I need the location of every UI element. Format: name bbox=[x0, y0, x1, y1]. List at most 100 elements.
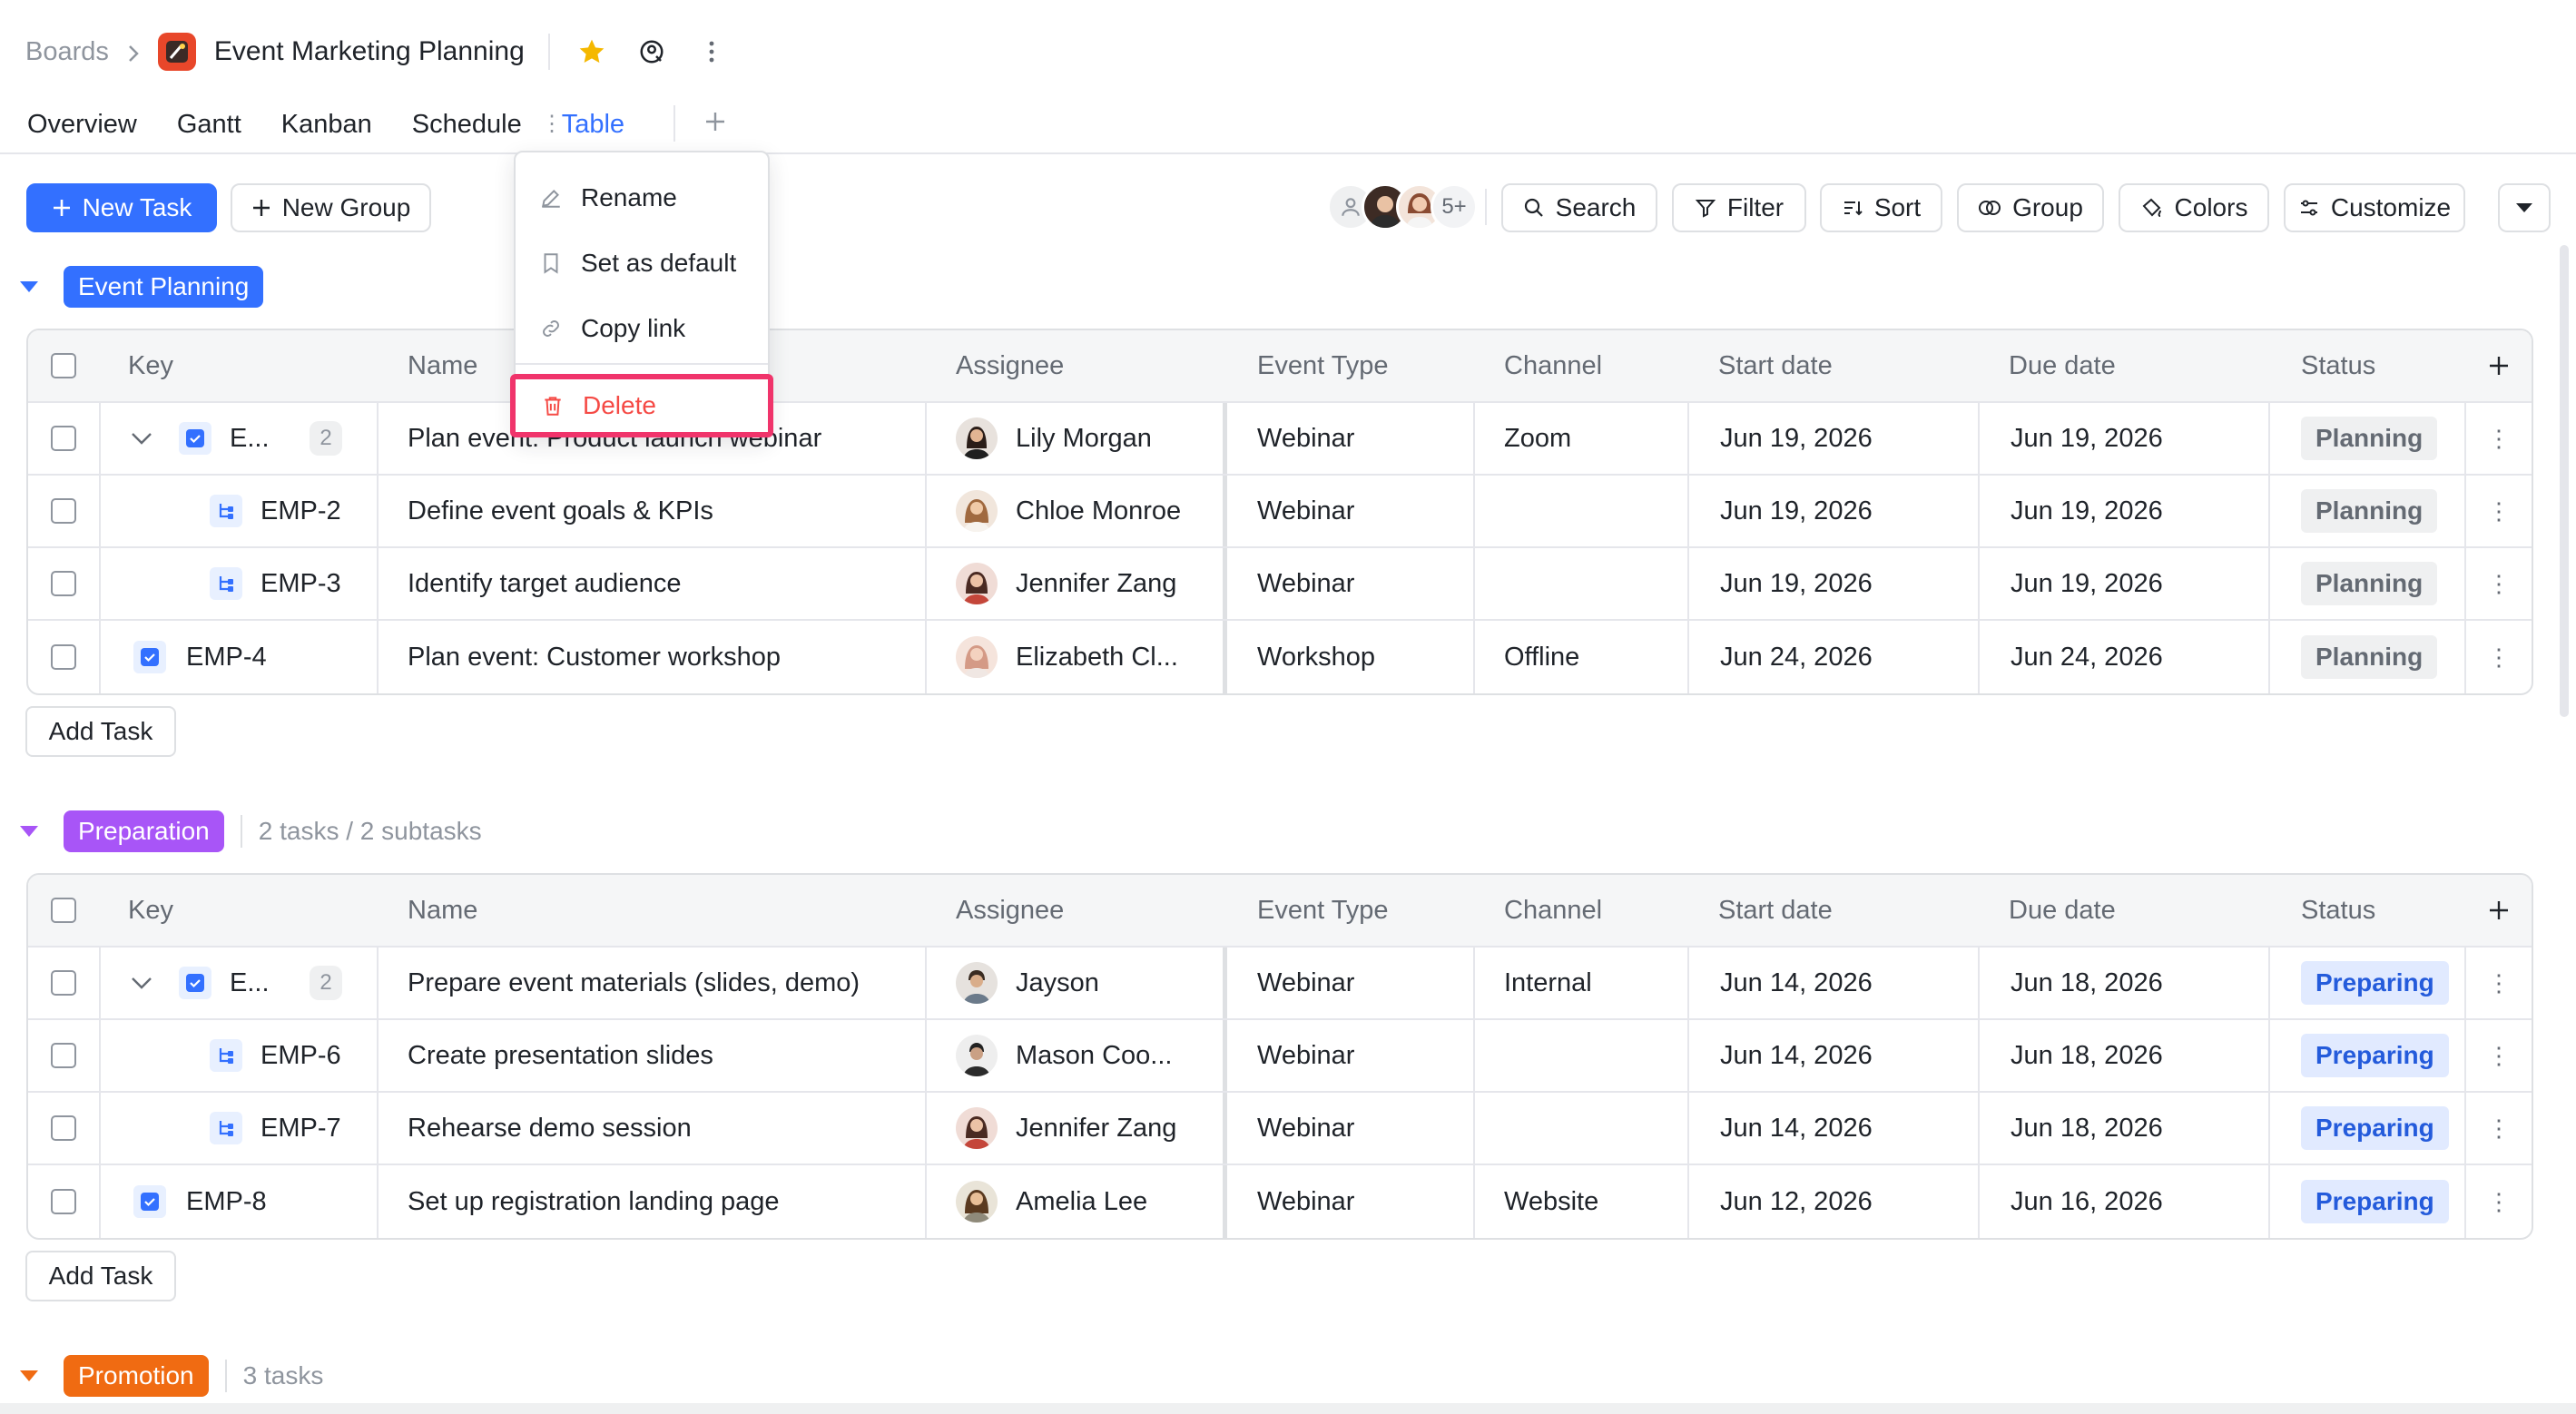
select-all-checkbox[interactable] bbox=[51, 898, 76, 923]
collapse-caret-icon[interactable] bbox=[20, 281, 38, 292]
colors-button[interactable]: Colors bbox=[2119, 183, 2269, 232]
event-type[interactable]: Webinar bbox=[1257, 1165, 1354, 1238]
task-name[interactable]: Create presentation slides bbox=[408, 1020, 916, 1091]
start-date[interactable]: Jun 14, 2026 bbox=[1720, 948, 1873, 1018]
row-checkbox[interactable] bbox=[51, 1189, 76, 1214]
collapse-caret-icon[interactable] bbox=[20, 1370, 38, 1381]
more-options-button[interactable] bbox=[2498, 183, 2551, 232]
board-title[interactable]: Event Marketing Planning bbox=[214, 36, 525, 67]
col-header-due-date[interactable]: Due date bbox=[2009, 875, 2116, 946]
assignee[interactable]: Jennifer Zang bbox=[956, 1093, 1176, 1164]
col-header-channel[interactable]: Channel bbox=[1504, 875, 1602, 946]
breadcrumb-boards[interactable]: Boards bbox=[25, 37, 109, 67]
col-header-key[interactable]: Key bbox=[128, 330, 173, 401]
star-icon[interactable] bbox=[574, 34, 610, 70]
start-date[interactable]: Jun 24, 2026 bbox=[1720, 621, 1873, 693]
row-checkbox[interactable] bbox=[51, 1043, 76, 1068]
menu-item-copy-link[interactable]: Copy link bbox=[539, 303, 685, 354]
group-tag[interactable]: Event Planning bbox=[64, 266, 264, 308]
new-task-button[interactable]: New Task bbox=[26, 183, 217, 232]
assignee[interactable]: Chloe Monroe bbox=[956, 476, 1181, 546]
col-header-due-date[interactable]: Due date bbox=[2009, 330, 2116, 401]
task-name[interactable]: Define event goals & KPIs bbox=[408, 476, 916, 546]
status-badge[interactable]: Planning bbox=[2301, 403, 2438, 474]
col-header-status[interactable]: Status bbox=[2301, 330, 2375, 401]
start-date[interactable]: Jun 12, 2026 bbox=[1720, 1165, 1873, 1238]
table-row[interactable]: EMP-6 Create presentation slides Mason C… bbox=[28, 1020, 2532, 1093]
row-more-icon[interactable]: ⋮ bbox=[2464, 1020, 2532, 1091]
due-date[interactable]: Jun 24, 2026 bbox=[2011, 621, 2163, 693]
assignee[interactable]: Jayson bbox=[956, 948, 1099, 1018]
tab-gantt[interactable]: Gantt bbox=[177, 110, 241, 140]
row-more-icon[interactable]: ⋮ bbox=[2464, 948, 2532, 1018]
task-key[interactable]: E... bbox=[230, 948, 270, 1018]
table-row[interactable]: EMP-2 Define event goals & KPIs Chloe Mo… bbox=[28, 476, 2532, 548]
event-type[interactable]: Webinar bbox=[1257, 476, 1354, 546]
group-tag[interactable]: Promotion bbox=[64, 1355, 209, 1397]
row-more-icon[interactable]: ⋮ bbox=[2464, 403, 2532, 474]
table-row[interactable]: E... 2 Plan event: Product launch webina… bbox=[28, 403, 2532, 476]
task-key[interactable]: EMP-8 bbox=[186, 1165, 267, 1238]
tab-table[interactable]: Table bbox=[561, 110, 625, 160]
assignee[interactable]: Lily Morgan bbox=[956, 403, 1152, 474]
task-key[interactable]: EMP-6 bbox=[261, 1020, 341, 1091]
col-header-name[interactable]: Name bbox=[408, 875, 477, 946]
filter-button[interactable]: Filter bbox=[1672, 183, 1806, 232]
member-avatars[interactable]: 5+ bbox=[1327, 183, 1478, 231]
status-badge[interactable]: Preparing bbox=[2301, 948, 2449, 1018]
event-type[interactable]: Webinar bbox=[1257, 1093, 1354, 1164]
event-type[interactable]: Webinar bbox=[1257, 403, 1354, 474]
event-type[interactable]: Webinar bbox=[1257, 948, 1354, 1018]
channel[interactable]: Internal bbox=[1504, 948, 1592, 1018]
tab-kanban[interactable]: Kanban bbox=[281, 110, 372, 140]
row-checkbox[interactable] bbox=[51, 571, 76, 596]
collapse-caret-icon[interactable] bbox=[20, 826, 38, 837]
task-key[interactable]: EMP-4 bbox=[186, 621, 267, 693]
due-date[interactable]: Jun 19, 2026 bbox=[2011, 476, 2163, 546]
row-more-icon[interactable]: ⋮ bbox=[2464, 476, 2532, 546]
sort-button[interactable]: Sort bbox=[1820, 183, 1942, 232]
due-date[interactable]: Jun 18, 2026 bbox=[2011, 948, 2163, 1018]
start-date[interactable]: Jun 19, 2026 bbox=[1720, 548, 1873, 619]
menu-item-delete[interactable]: Delete bbox=[510, 374, 773, 437]
col-header-event-type[interactable]: Event Type bbox=[1257, 875, 1389, 946]
col-header-assignee[interactable]: Assignee bbox=[956, 330, 1064, 401]
task-key[interactable]: EMP-7 bbox=[261, 1093, 341, 1164]
table-row[interactable]: EMP-8 Set up registration landing page A… bbox=[28, 1165, 2532, 1238]
event-type[interactable]: Workshop bbox=[1257, 621, 1375, 693]
col-header-event-type[interactable]: Event Type bbox=[1257, 330, 1389, 401]
due-date[interactable]: Jun 18, 2026 bbox=[2011, 1093, 2163, 1164]
due-date[interactable]: Jun 16, 2026 bbox=[2011, 1165, 2163, 1238]
status-badge[interactable]: Preparing bbox=[2301, 1165, 2449, 1238]
assignee[interactable]: Mason Coo... bbox=[956, 1020, 1172, 1091]
channel[interactable]: Website bbox=[1504, 1165, 1598, 1238]
col-header-name[interactable]: Name bbox=[408, 330, 477, 401]
task-key[interactable]: EMP-3 bbox=[261, 548, 341, 619]
start-date[interactable]: Jun 14, 2026 bbox=[1720, 1020, 1873, 1091]
row-more-icon[interactable]: ⋮ bbox=[2464, 621, 2532, 693]
event-type[interactable]: Webinar bbox=[1257, 548, 1354, 619]
follow-icon[interactable] bbox=[634, 34, 670, 70]
search-button[interactable]: Search bbox=[1501, 183, 1657, 232]
status-badge[interactable]: Planning bbox=[2301, 476, 2438, 546]
table-row[interactable]: E... 2 Prepare event materials (slides, … bbox=[28, 948, 2532, 1020]
row-more-icon[interactable]: ⋮ bbox=[2464, 1165, 2532, 1238]
group-button[interactable]: Group bbox=[1957, 183, 2104, 232]
col-header-status[interactable]: Status bbox=[2301, 875, 2375, 946]
col-header-assignee[interactable]: Assignee bbox=[956, 875, 1064, 946]
start-date[interactable]: Jun 19, 2026 bbox=[1720, 403, 1873, 474]
vertical-scrollbar[interactable] bbox=[2560, 245, 2569, 717]
new-group-button[interactable]: New Group bbox=[231, 183, 431, 232]
status-badge[interactable]: Preparing bbox=[2301, 1020, 2449, 1091]
table-row[interactable]: EMP-3 Identify target audience Jennifer … bbox=[28, 548, 2532, 621]
task-name[interactable]: Identify target audience bbox=[408, 548, 916, 619]
table-row[interactable]: EMP-7 Rehearse demo session Jennifer Zan… bbox=[28, 1093, 2532, 1165]
col-header-channel[interactable]: Channel bbox=[1504, 330, 1602, 401]
drag-handle-icon[interactable]: ⋮ bbox=[541, 111, 563, 137]
task-name[interactable]: Prepare event materials (slides, demo) bbox=[408, 948, 916, 1018]
task-name[interactable]: Plan event: Customer workshop bbox=[408, 621, 916, 693]
more-vertical-icon[interactable] bbox=[693, 34, 730, 70]
tab-schedule[interactable]: Schedule bbox=[412, 110, 522, 140]
row-checkbox[interactable] bbox=[51, 498, 76, 524]
row-more-icon[interactable]: ⋮ bbox=[2464, 548, 2532, 619]
